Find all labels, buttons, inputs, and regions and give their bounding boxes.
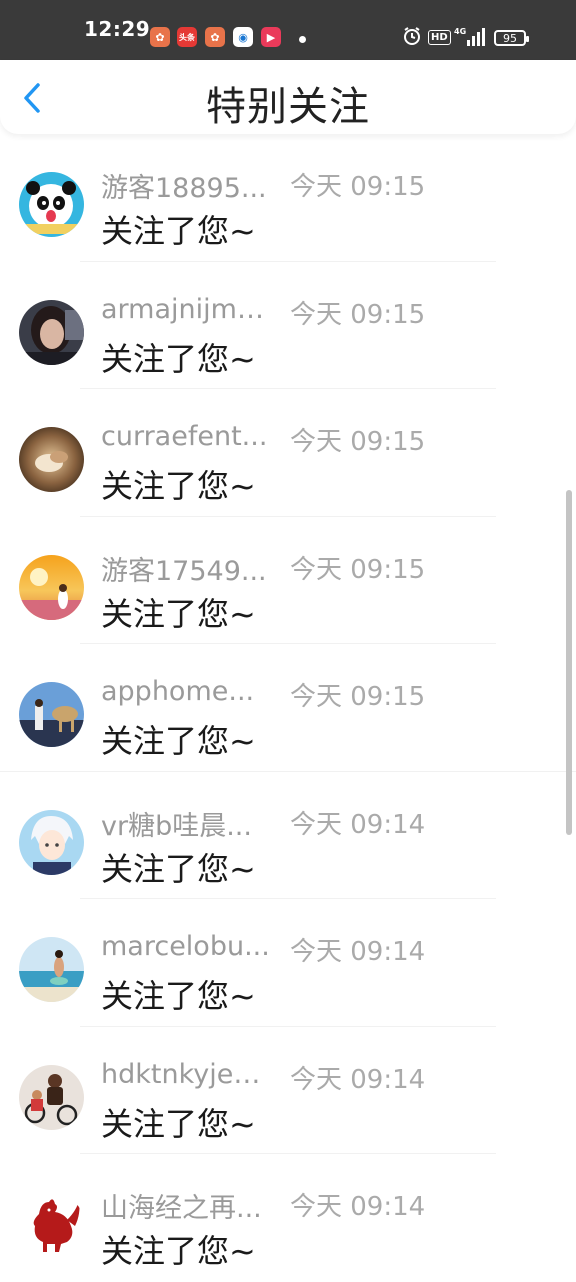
timestamp: 今天 09:15: [290, 682, 426, 712]
avatar[interactable]: [19, 299, 84, 365]
username[interactable]: vr糖b哇晨...: [101, 804, 271, 843]
message-text: 关注了您~: [101, 1232, 256, 1270]
video-app-icon: ▶: [261, 27, 281, 47]
signal-icon: 4G: [454, 26, 488, 52]
battery-indicator: 95: [494, 30, 529, 46]
alarm-icon: [402, 26, 422, 50]
avatar[interactable]: [19, 554, 84, 620]
timestamp: 今天 09:14: [290, 937, 426, 967]
message-text: 关注了您~: [101, 977, 256, 1015]
message-text: 关注了您~: [101, 467, 256, 505]
app-notification-icon: ✿: [205, 27, 225, 47]
message-text: 关注了您~: [101, 212, 256, 250]
app-notification-icon: ◉: [233, 27, 253, 47]
avatar[interactable]: [19, 809, 84, 875]
message-text: 关注了您~: [101, 339, 256, 378]
message-text: 关注了您~: [101, 1104, 256, 1143]
list-item[interactable]: hdktnkyjea... 今天 09:14 关注了您~: [0, 1027, 576, 1154]
list-item[interactable]: 游客18895... 今天 09:15 关注了您~: [0, 134, 576, 262]
username[interactable]: armajnijme...: [101, 294, 271, 325]
list-item[interactable]: 游客17549... 今天 09:15 关注了您~: [0, 517, 576, 644]
message-text: 关注了您~: [101, 594, 256, 633]
avatar[interactable]: [19, 937, 84, 1002]
avatar[interactable]: [19, 682, 84, 747]
scrollbar[interactable]: [566, 490, 572, 835]
timestamp: 今天 09:15: [290, 172, 426, 202]
list-item[interactable]: curraefent... 今天 09:15 关注了您~: [0, 389, 576, 517]
list-item[interactable]: 山海经之再... 今天 09:14 关注了您~: [0, 1154, 576, 1282]
avatar[interactable]: [19, 172, 84, 237]
username[interactable]: hdktnkyjea...: [101, 1059, 271, 1090]
toutiao-app-icon: 头条: [177, 27, 197, 47]
list-item[interactable]: armajnijme... 今天 09:15 关注了您~: [0, 262, 576, 389]
username[interactable]: marcelobu...: [101, 931, 271, 962]
header-bar: 特别关注: [0, 60, 576, 134]
more-notifications-dot-icon: [299, 36, 306, 43]
list-item[interactable]: apphome... 今天 09:15 关注了您~: [0, 644, 576, 772]
timestamp: 今天 09:15: [290, 299, 426, 330]
timestamp: 今天 09:15: [290, 554, 426, 585]
timestamp: 今天 09:15: [290, 427, 426, 457]
status-time: 12:29: [84, 17, 151, 41]
message-text: 关注了您~: [101, 722, 256, 760]
timestamp: 今天 09:14: [290, 1064, 426, 1095]
status-bar: 12:29 ✿ 头条 ✿ ◉ ▶ HD 4G 95: [0, 0, 576, 60]
hd-icon: HD: [428, 30, 451, 45]
username[interactable]: 游客17549...: [101, 549, 271, 588]
timestamp: 今天 09:14: [290, 1192, 426, 1222]
avatar[interactable]: [19, 1192, 84, 1257]
follow-notification-list[interactable]: 游客18895... 今天 09:15 关注了您~ armajnijme... …: [0, 134, 576, 1282]
page-title: 特别关注: [206, 84, 370, 130]
username[interactable]: curraefent...: [101, 421, 271, 452]
message-text: 关注了您~: [101, 849, 256, 888]
svg-text:4G: 4G: [454, 27, 466, 36]
avatar[interactable]: [19, 1064, 84, 1130]
username[interactable]: 山海经之再...: [101, 1186, 271, 1225]
list-item[interactable]: marcelobu... 今天 09:14 关注了您~: [0, 899, 576, 1027]
timestamp: 今天 09:14: [290, 809, 426, 840]
app-notification-icon: ✿: [150, 27, 170, 47]
username[interactable]: apphome...: [101, 676, 271, 707]
avatar[interactable]: [19, 427, 84, 492]
list-item[interactable]: vr糖b哇晨... 今天 09:14 关注了您~: [0, 772, 576, 899]
username[interactable]: 游客18895...: [101, 166, 271, 205]
